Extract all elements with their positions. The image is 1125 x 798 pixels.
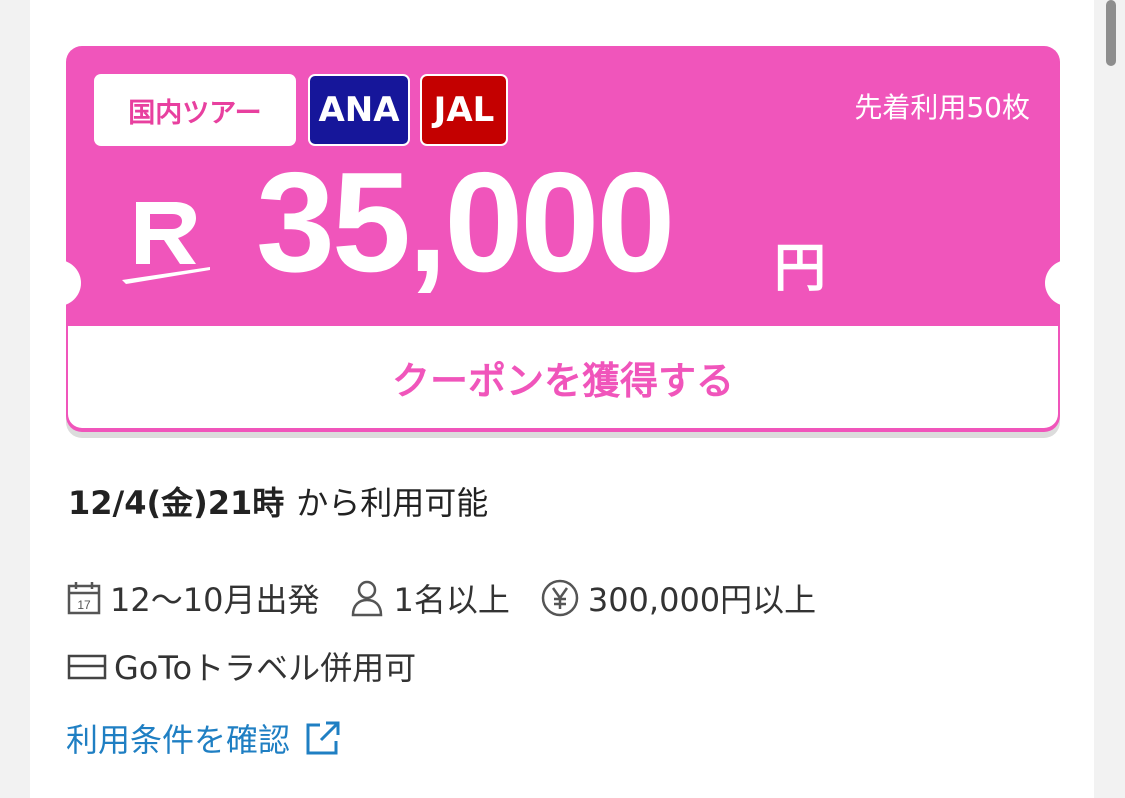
departure-text: 12〜10月出発 xyxy=(110,581,320,619)
person-icon xyxy=(352,580,383,617)
ticket-icon xyxy=(67,654,107,680)
domestic-tour-badge: 国内ツアー xyxy=(94,74,296,146)
conditions-row: 17 12〜10月出発 1名以上 300,000円以上 xyxy=(66,572,846,624)
coupon-header: 国内ツアー ANA JAL 先着利用50枚 35,000 円 xyxy=(66,46,1060,326)
terms-link-label: 利用条件を確認 xyxy=(66,721,291,759)
external-link-icon xyxy=(306,721,340,755)
availability-text: 12/4(金)21時 から利用可能 xyxy=(68,478,488,524)
rakuten-r-logo xyxy=(122,202,210,284)
jal-badge: JAL xyxy=(420,74,508,146)
departure-condition: 17 12〜10月出発 xyxy=(66,575,319,621)
people-text: 1名以上 xyxy=(393,581,510,619)
yen-label: 円 xyxy=(774,239,827,299)
yen-icon xyxy=(541,579,579,617)
ticket-notch-left xyxy=(66,260,81,306)
goto-text: GoToトラベル併用可 xyxy=(114,649,417,687)
ana-badge: ANA xyxy=(308,74,410,146)
svg-text:17: 17 xyxy=(77,598,91,612)
scrollbar[interactable] xyxy=(1106,0,1116,66)
get-coupon-button[interactable]: クーポンを獲得する xyxy=(68,326,1058,428)
availability-datetime: 12/4(金)21時 xyxy=(68,484,285,522)
min-price-text: 300,000円以上 xyxy=(587,581,817,619)
coupon-card: 国内ツアー ANA JAL 先着利用50枚 35,000 円 クーポンを獲得する xyxy=(66,46,1060,432)
goto-condition: GoToトラベル併用可 xyxy=(66,642,416,690)
coupon-amount: 35,000 xyxy=(256,143,675,302)
calendar-icon: 17 xyxy=(67,582,101,615)
get-coupon-label: クーポンを獲得する xyxy=(391,358,734,403)
ticket-notch-right xyxy=(1045,260,1060,306)
people-condition: 1名以上 xyxy=(349,575,510,621)
min-price-condition: 300,000円以上 xyxy=(540,575,816,621)
limit-text: 先着利用50枚 xyxy=(854,91,1030,124)
availability-suffix: から利用可能 xyxy=(296,484,489,522)
terms-link[interactable]: 利用条件を確認 xyxy=(66,712,342,764)
